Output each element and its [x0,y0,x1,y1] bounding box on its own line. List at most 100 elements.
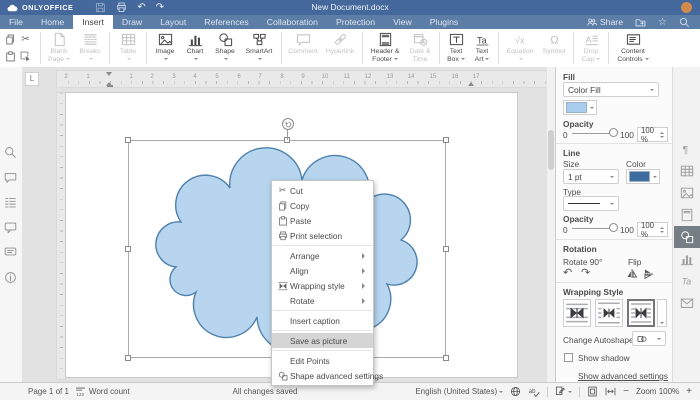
vertical-scrollbar-thumb[interactable] [548,130,554,170]
fit-to-page-button[interactable] [587,386,598,397]
hyperlink-button[interactable]: Hyperlink [321,29,359,67]
image-settings-icon[interactable] [680,186,694,200]
tab-insert[interactable]: Insert [73,15,113,29]
menu-item-wrapping-style[interactable]: Wrapping style [272,278,373,293]
menu-item-cut[interactable]: ✂ Cut [272,183,373,198]
fill-color-swatch[interactable] [563,100,597,115]
chart-settings-icon[interactable] [680,252,694,266]
smartart-button[interactable]: SmartArt [240,29,278,67]
shape-button[interactable]: Shape [210,29,240,67]
resize-handle-sw[interactable] [125,355,131,361]
text-art-button[interactable]: Ta TextArt [469,29,495,67]
rotate-left-button[interactable]: ↶ [563,266,572,279]
favorites-star-icon[interactable]: ☆ [658,17,667,28]
menu-item-arrange[interactable]: Arrange [272,248,373,263]
user-avatar[interactable] [681,2,692,13]
wrap-square-thumbnail[interactable] [595,299,623,327]
line-type-dropdown[interactable] [563,196,619,211]
tab-view[interactable]: View [384,15,421,29]
share-button[interactable]: Share [586,17,623,28]
undo-button[interactable]: ↶ [137,2,145,13]
search-icon[interactable] [4,146,17,159]
rotation-handle[interactable] [282,118,294,130]
line-opacity-spinner[interactable]: 100 % [637,222,668,237]
fill-type-dropdown[interactable]: Color Fill [563,82,659,97]
tab-layout[interactable]: Layout [151,15,195,29]
resize-handle-se[interactable] [443,355,449,361]
menu-item-shape-advanced-settings[interactable]: Shape advanced settings [272,368,373,383]
redo-button[interactable]: ↷ [156,2,164,13]
flip-horizontal-button[interactable] [626,268,638,280]
show-shadow-checkbox[interactable] [564,353,573,362]
open-file-location-button[interactable] [635,17,646,28]
menu-item-insert-caption[interactable]: Insert caption [272,313,373,328]
about-icon[interactable] [4,271,17,284]
rotate-right-button[interactable]: ↷ [581,266,590,279]
chart-button[interactable]: Chart [180,29,210,67]
resize-handle-nw[interactable] [125,137,131,143]
document-language-button[interactable]: English (United States) [415,387,503,396]
show-advanced-settings-link[interactable]: Show advanced settings [578,371,668,381]
print-button[interactable] [116,2,127,13]
copy-button[interactable] [5,34,16,45]
comments-panel-icon[interactable] [4,171,17,184]
navigation-panel-icon[interactable] [4,196,17,209]
word-count-button[interactable]: 123 Word count [75,386,130,397]
shape-settings-tool-icon[interactable] [680,230,694,244]
fill-opacity-slider[interactable] [572,128,616,138]
symbol-button[interactable]: Ω Symbol [538,29,570,67]
tab-home[interactable]: Home [32,15,73,29]
right-indent-marker[interactable] [468,79,474,86]
content-controls-button[interactable]: ContentControls [612,29,654,67]
paragraph-settings-icon[interactable]: ¶ [680,142,694,156]
left-indent-marker[interactable] [107,85,113,88]
equation-button[interactable]: √x Equation [502,29,538,67]
first-line-indent-marker[interactable] [106,72,112,79]
tab-references[interactable]: References [195,15,257,29]
save-button[interactable] [95,2,106,13]
paste-button[interactable] [5,51,16,62]
menu-item-print-selection[interactable]: Print selection [272,228,373,243]
blank-page-button[interactable]: BlankPage [44,29,74,67]
tab-stop-selector[interactable]: L [25,72,39,86]
zoom-out-button[interactable]: − [623,386,629,397]
line-size-dropdown[interactable]: 1 pt [563,169,619,184]
text-art-settings-icon[interactable]: Ta [680,274,694,288]
resize-handle-w[interactable] [125,246,131,252]
set-language-globe-icon[interactable] [510,386,521,397]
menu-item-paste[interactable]: Paste [272,213,373,228]
zoom-level[interactable]: Zoom 100% [636,387,679,396]
breaks-button[interactable]: Breaks [74,29,106,67]
image-button[interactable]: Image [150,29,180,67]
wrap-inline-thumbnail[interactable] [563,299,591,327]
zoom-in-button[interactable]: + [686,386,692,397]
tab-file[interactable]: File [0,15,32,29]
drop-cap-button[interactable]: A DropCap [577,29,605,67]
menu-item-align[interactable]: Align [272,263,373,278]
resize-handle-ne[interactable] [443,137,449,143]
tab-collaboration[interactable]: Collaboration [258,15,327,29]
select-button[interactable] [20,51,31,62]
feedback-icon[interactable] [4,246,17,259]
wrap-tight-thumbnail[interactable] [627,299,655,327]
table-settings-icon[interactable] [680,164,694,178]
menu-item-save-as-picture[interactable]: Save as picture [272,333,373,348]
header-footer-settings-icon[interactable] [680,208,694,222]
chat-panel-icon[interactable] [4,221,17,234]
fit-to-width-button[interactable] [605,386,616,397]
flip-vertical-button[interactable] [642,268,654,280]
mail-merge-settings-icon[interactable] [680,296,694,310]
header-footer-button[interactable]: Header &Footer [366,29,404,67]
text-box-button[interactable]: TextBox [443,29,469,67]
table-button[interactable]: Table [113,29,143,67]
tab-draw[interactable]: Draw [113,15,151,29]
horizontal-ruler[interactable]: 2 1 1 2 3 4 5 6 7 8 9 10 11 12 13 14 15 … [56,70,547,88]
tab-protection[interactable]: Protection [327,15,384,29]
line-color-swatch[interactable] [626,169,660,184]
comment-button[interactable]: Comment [285,29,321,67]
advanced-search-button[interactable] [679,17,690,28]
change-autoshape-button[interactable] [632,331,666,346]
date-time-button[interactable]: Date &Time [404,29,436,67]
menu-item-edit-points[interactable]: Edit Points [272,353,373,368]
menu-item-copy[interactable]: Copy [272,198,373,213]
